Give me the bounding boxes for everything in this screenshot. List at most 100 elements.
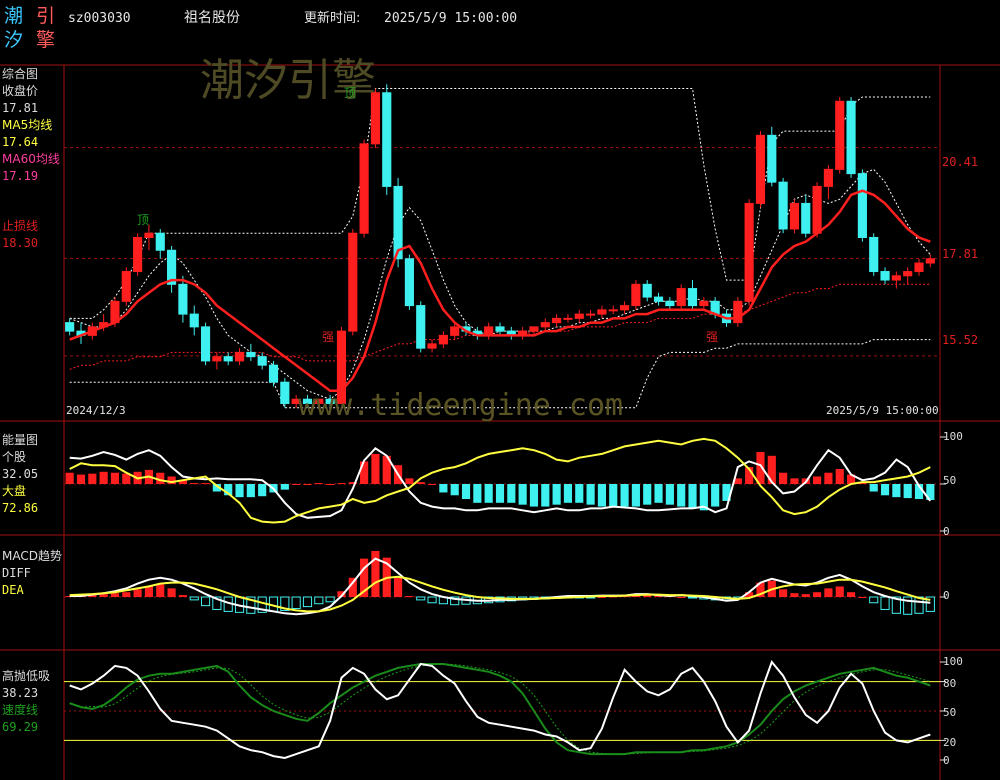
energy-bar xyxy=(495,484,505,503)
energy-bar xyxy=(439,484,448,493)
candle-body xyxy=(484,326,494,336)
top-marker-1: 顶 xyxy=(137,213,150,227)
energy-bar xyxy=(201,483,210,485)
kdj-tick-80: 80 xyxy=(943,677,957,690)
energy-stock-value: 32.05 xyxy=(2,467,39,481)
candle-body xyxy=(563,317,573,320)
kdj-tick-50: 50 xyxy=(943,706,957,719)
energy-bar xyxy=(654,484,663,503)
update-label: 更新时间: xyxy=(304,11,361,26)
energy-bar xyxy=(575,484,584,503)
energy-bar xyxy=(292,484,301,485)
macd-bar xyxy=(869,596,879,604)
candle-body xyxy=(846,100,856,175)
candle-body xyxy=(540,322,550,328)
top-marker-2: 顶 xyxy=(344,86,357,100)
kdj-speed-value: 69.29 xyxy=(2,720,39,734)
main-panel-title: 综合图 xyxy=(2,67,39,81)
candle-body xyxy=(665,300,675,307)
logo-char-2: 引 xyxy=(36,5,56,27)
candle-body xyxy=(438,334,448,345)
energy-panel-title: 能量图 xyxy=(2,433,39,447)
candle-body xyxy=(699,300,709,307)
energy-tick-100: 100 xyxy=(943,430,963,443)
energy-bar xyxy=(461,484,471,500)
energy-bar xyxy=(643,484,652,505)
macd-bar xyxy=(178,595,187,597)
candle-body xyxy=(144,232,154,238)
energy-bar xyxy=(258,484,267,497)
energy-bar xyxy=(371,453,380,484)
candle-body xyxy=(755,134,766,204)
macd-bar xyxy=(677,597,686,598)
energy-bar xyxy=(235,484,244,498)
energy-bar xyxy=(824,472,833,484)
candle-body xyxy=(268,364,279,383)
macd-bar xyxy=(597,597,606,598)
candle-body xyxy=(189,313,199,328)
energy-bar xyxy=(88,473,97,484)
macd-bar xyxy=(846,592,856,597)
candle-body xyxy=(619,305,630,311)
macd-bar xyxy=(801,594,810,597)
ma60-label: MA60均线 xyxy=(2,152,60,166)
macd-tick-0: 0 xyxy=(943,589,950,602)
macd-bar xyxy=(880,596,890,610)
candle-body xyxy=(744,202,754,302)
stop-label: 止损线 xyxy=(2,219,39,233)
energy-stock-line xyxy=(69,446,932,519)
energy-market-line xyxy=(69,437,931,524)
energy-bar xyxy=(620,484,629,507)
macd-bar xyxy=(189,596,199,601)
energy-bar xyxy=(903,484,912,499)
energy-bar xyxy=(507,484,516,503)
energy-bar xyxy=(631,484,640,507)
candle-body xyxy=(495,326,505,332)
energy-bar xyxy=(609,484,618,507)
kdj-value: 38.23 xyxy=(2,686,39,700)
energy-bar xyxy=(688,484,697,509)
stock-code: sz003030 xyxy=(68,11,131,26)
candle-body xyxy=(200,326,211,362)
candle-body xyxy=(857,173,867,238)
energy-bar xyxy=(473,484,482,503)
candle-body xyxy=(246,351,256,358)
candle-body xyxy=(801,202,811,234)
candle-body xyxy=(586,313,596,316)
energy-bar xyxy=(450,484,459,496)
ma5-value: 17.64 xyxy=(2,135,39,149)
energy-bar xyxy=(665,484,674,505)
price-tick-high: 20.41 xyxy=(942,155,979,169)
energy-bar xyxy=(552,484,561,505)
macd-bar xyxy=(813,592,822,597)
candle-body xyxy=(869,236,879,273)
logo-char-3: 汐 xyxy=(4,29,24,51)
candle-body xyxy=(823,168,833,187)
candle-body xyxy=(280,381,290,404)
app-root: 潮 引 汐 擎 sz003030 祖名股份 更新时间: 2025/5/9 15:… xyxy=(0,0,1000,780)
energy-stock-label: 个股 xyxy=(2,450,27,464)
macd-bar xyxy=(779,589,788,597)
candle-body xyxy=(880,271,890,281)
energy-bar xyxy=(337,483,346,485)
candle-body xyxy=(450,326,460,336)
date-start: 2024/12/3 xyxy=(66,404,126,417)
candle-body xyxy=(789,202,800,230)
energy-tick-50: 50 xyxy=(943,474,957,487)
energy-bar xyxy=(597,484,606,507)
macd-bar xyxy=(302,596,313,608)
close-label: 收盘价 xyxy=(2,84,39,98)
kdj-tick-0: 0 xyxy=(943,754,950,767)
candle-body xyxy=(257,356,267,366)
logo-char-4: 擎 xyxy=(36,29,56,51)
energy-bar xyxy=(779,472,788,484)
macd-bar xyxy=(156,584,165,597)
update-time: 2025/5/9 15:00:00 xyxy=(384,11,518,26)
kdj-panel-title: 高抛低吸 xyxy=(2,669,51,683)
energy-bar xyxy=(484,484,493,503)
energy-bar xyxy=(405,478,414,484)
energy-bar xyxy=(813,476,822,484)
macd-dea-line xyxy=(69,575,931,613)
energy-bar xyxy=(835,468,844,484)
energy-bar xyxy=(76,474,86,484)
